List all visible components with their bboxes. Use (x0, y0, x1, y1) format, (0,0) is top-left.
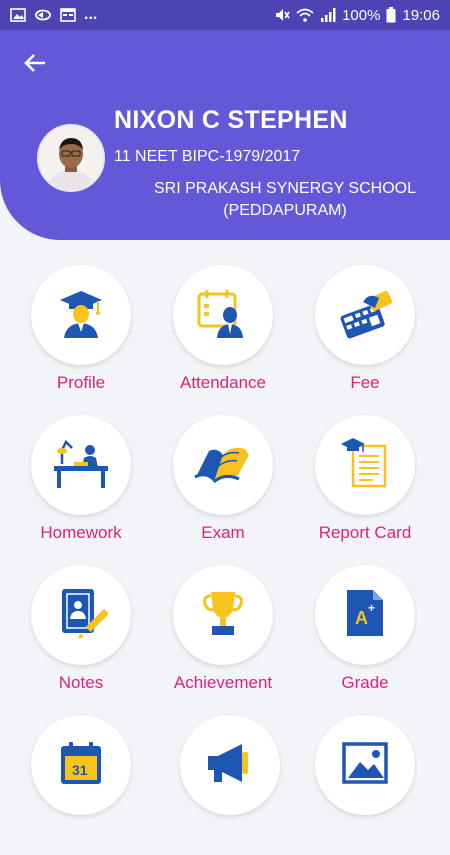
menu-circle[interactable] (31, 415, 131, 515)
back-button[interactable] (20, 52, 50, 78)
open-book-icon (193, 441, 253, 490)
status-dots: ... (84, 6, 98, 23)
school-name-line1: SRI PRAKASH SYNERGY SCHOOL (154, 180, 416, 197)
menu-item-gallery[interactable] (295, 715, 435, 855)
menu-item-homework[interactable]: Homework (11, 415, 151, 555)
arrow-left-icon (23, 53, 47, 78)
menu-circle[interactable] (315, 715, 415, 815)
sync-icon (34, 8, 52, 22)
signal-icon (320, 8, 336, 22)
menu-label: Notes (58, 673, 104, 692)
menu-label: Exam (201, 523, 245, 542)
menu-item-attendance[interactable]: Attendance (153, 265, 293, 405)
notes-pencil-icon (54, 585, 110, 646)
menu-circle[interactable] (315, 415, 415, 515)
status-bar-right: 100% 19:06 (274, 7, 440, 24)
menu-item-fee[interactable]: Fee (295, 265, 435, 405)
menu-label: Profile (56, 373, 106, 392)
menu-label: Attendance (179, 373, 266, 392)
wifi-icon (296, 8, 314, 22)
report-card-icon (339, 436, 391, 495)
student-name: NIXON C STEPHEN (114, 106, 348, 134)
megaphone-icon (206, 740, 254, 791)
attendance-icon (196, 286, 250, 345)
menu-item-report-card[interactable]: Report Card (295, 415, 435, 555)
calendar-icon (60, 8, 76, 22)
menu-circle[interactable] (173, 565, 273, 665)
status-bar: ... 100% 19:06 (0, 0, 450, 30)
school-name: SRI PRAKASH SYNERGY SCHOOL (PEDDAPURAM) (140, 178, 430, 222)
profile-header: NIXON C STEPHEN 11 NEET BIPC-1979/2017 S… (0, 30, 450, 240)
svg-text:31: 31 (72, 762, 88, 778)
mute-icon (274, 7, 290, 23)
menu-circle[interactable] (31, 265, 131, 365)
menu-label: Grade (341, 673, 389, 692)
student-course: 11 NEET BIPC-1979/2017 (114, 148, 301, 165)
battery-percent: 100% (342, 6, 381, 24)
battery-icon (386, 7, 396, 23)
menu-circle[interactable] (173, 265, 273, 365)
school-name-line2: (PEDDAPURAM) (223, 202, 347, 219)
status-bar-left: ... (10, 6, 97, 24)
desk-study-icon (52, 436, 110, 495)
menu-item-calendar[interactable]: 31 (11, 715, 151, 855)
menu-label: Achievement (173, 673, 273, 692)
menu-item-profile[interactable]: Profile (11, 265, 151, 405)
status-time: 19:06 (402, 6, 440, 24)
calendar-31-icon: 31 (59, 740, 103, 791)
menu-circle[interactable] (31, 565, 131, 665)
gallery-image-icon (342, 740, 388, 791)
trophy-icon (201, 588, 245, 643)
grade-icon: A + (343, 588, 387, 643)
svg-text:A: A (355, 608, 368, 628)
gallery-icon (10, 8, 26, 22)
menu-circle[interactable] (173, 415, 273, 515)
menu-circle[interactable]: A + (315, 565, 415, 665)
menu-item-achievement[interactable]: Achievement (153, 565, 293, 705)
menu-label: Fee (350, 373, 380, 392)
menu-label: Homework (40, 523, 122, 542)
menu-item-notes[interactable]: Notes (11, 565, 151, 705)
menu-item-announcement[interactable] (160, 715, 300, 855)
menu-label: Report Card (318, 523, 412, 542)
calculator-cash-icon (335, 286, 395, 345)
menu-item-grade[interactable]: A + Grade (295, 565, 435, 705)
menu-circle[interactable] (315, 265, 415, 365)
avatar (37, 124, 105, 192)
menu-circle[interactable]: 31 (31, 715, 131, 815)
menu-circle[interactable] (180, 715, 280, 815)
svg-text:+: + (368, 601, 375, 615)
graduate-icon (54, 286, 108, 345)
menu-item-exam[interactable]: Exam (153, 415, 293, 555)
